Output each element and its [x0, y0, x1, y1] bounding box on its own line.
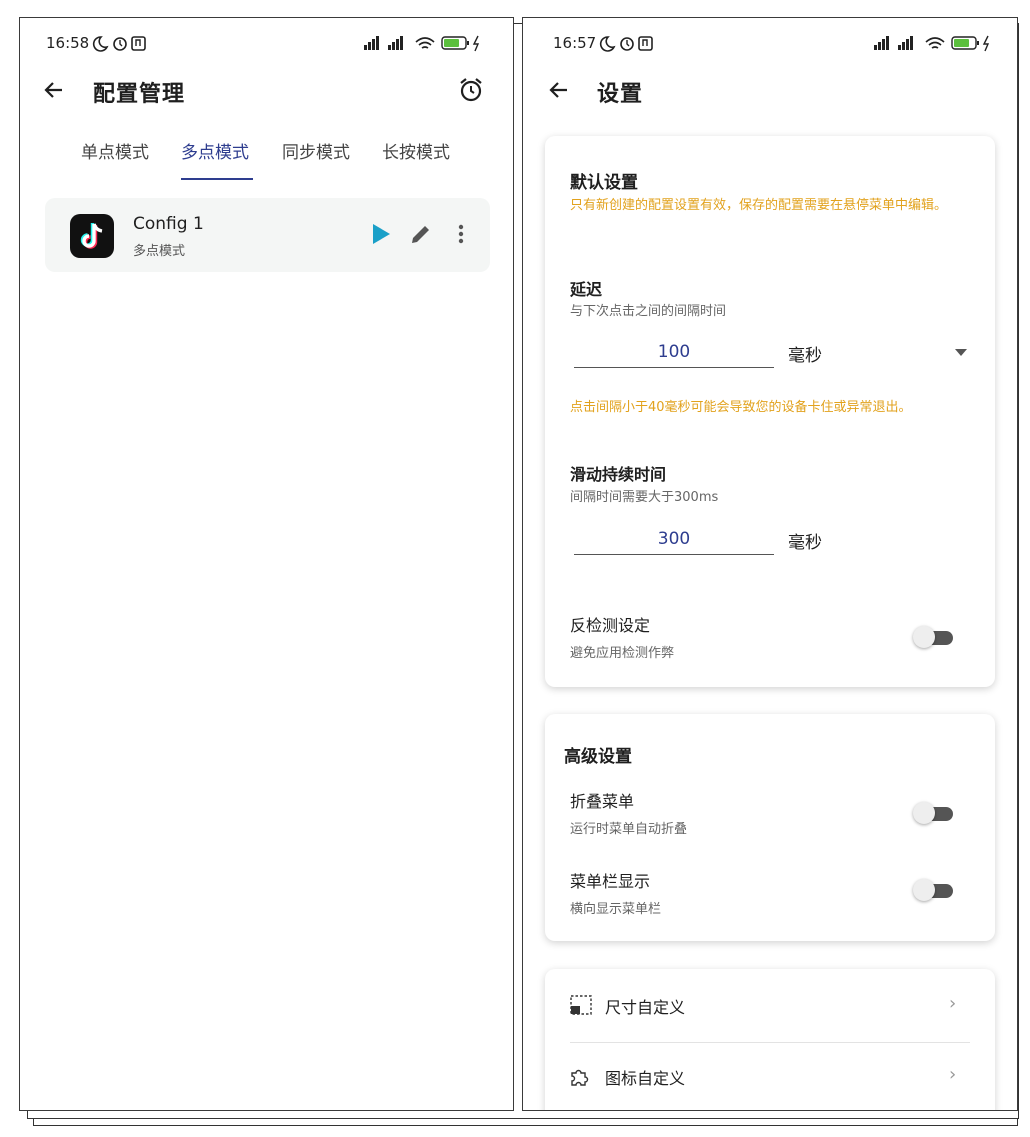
status-left-icons	[599, 34, 659, 55]
status-time: 16:57	[553, 34, 597, 52]
app-bar: 设置	[523, 74, 1017, 118]
icon-custom-row[interactable]: 图标自定义 ›	[545, 1043, 995, 1110]
tab-multi-point[interactable]: 多点模式	[181, 138, 249, 163]
icon-custom-label: 图标自定义	[605, 1069, 686, 1088]
status-right-icons	[362, 34, 492, 55]
status-bar: 16:57 66	[523, 34, 1017, 56]
default-settings-note: 只有新创建的配置设置有效，保存的配置需要在悬停菜单中编辑。	[570, 198, 948, 213]
size-custom-row[interactable]: 尺寸自定义 ›	[545, 969, 995, 1041]
swipe-duration-desc: 间隔时间需要大于300ms	[570, 490, 719, 505]
anti-detect-toggle[interactable]	[913, 626, 955, 648]
alarm-clock-icon[interactable]	[457, 76, 485, 104]
menubar-display-desc: 横向显示菜单栏	[570, 902, 662, 917]
menubar-display-toggle[interactable]	[913, 879, 955, 901]
status-time: 16:58	[46, 34, 90, 52]
chevron-right-icon: ›	[949, 993, 957, 1014]
config-mode: 多点模式	[133, 244, 186, 259]
dropdown-arrow-icon[interactable]	[955, 349, 967, 357]
status-bar: 16:58 67	[20, 34, 513, 56]
section-title-advanced: 高级设置	[564, 747, 632, 767]
tab-single-point[interactable]: 单点模式	[81, 138, 149, 163]
collapse-menu-desc: 运行时菜单自动折叠	[570, 822, 688, 837]
config-name: Config 1	[133, 214, 204, 234]
delay-warning: 点击间隔小于40毫秒可能会导致您的设备卡住或异常退出。	[570, 400, 912, 415]
swipe-duration-input[interactable]: 300	[574, 525, 774, 555]
active-tab-indicator	[181, 178, 253, 180]
delay-desc: 与下次点击之间的间隔时间	[570, 304, 727, 319]
collapse-menu-title: 折叠菜单	[570, 792, 635, 811]
status-left-icons	[92, 34, 152, 55]
page-title: 设置	[597, 82, 644, 107]
app-bar: 配置管理	[20, 74, 513, 118]
section-title-default: 默认设置	[570, 173, 638, 193]
edit-pencil-icon[interactable]	[409, 222, 433, 246]
delay-title: 延迟	[570, 280, 603, 299]
anti-detect-title: 反检测设定	[570, 616, 651, 635]
moon-alarm-nfc-icon	[599, 36, 653, 52]
size-custom-label: 尺寸自定义	[605, 998, 686, 1017]
tiktok-app-icon	[70, 214, 114, 258]
signal-wifi-battery-icon	[874, 35, 990, 52]
delay-input[interactable]: 100	[574, 338, 774, 368]
tab-long-press[interactable]: 长按模式	[382, 138, 450, 163]
puzzle-icon	[571, 1069, 589, 1086]
advanced-settings-card: 高级设置 折叠菜单 运行时菜单自动折叠 菜单栏显示 横向显示菜单栏	[545, 714, 995, 941]
anti-detect-desc: 避免应用检测作弊	[570, 646, 675, 661]
back-arrow-icon[interactable]	[547, 78, 571, 102]
more-vert-icon[interactable]	[455, 222, 467, 246]
default-settings-card: 默认设置 只有新创建的配置设置有效，保存的配置需要在悬停菜单中编辑。 延迟 与下…	[545, 136, 995, 687]
delay-unit-select[interactable]: 毫秒	[788, 341, 822, 366]
signal-wifi-battery-icon	[364, 35, 480, 52]
mode-tabs: 单点模式 多点模式 同步模式 长按模式	[20, 138, 513, 182]
customization-card: 尺寸自定义 › 图标自定义 ›	[545, 969, 995, 1110]
play-icon[interactable]	[370, 222, 392, 246]
page-title: 配置管理	[93, 82, 186, 107]
menubar-display-title: 菜单栏显示	[570, 872, 651, 891]
status-right-icons	[872, 34, 1002, 55]
back-arrow-icon[interactable]	[42, 78, 66, 102]
chevron-right-icon: ›	[949, 1064, 957, 1085]
collapse-menu-toggle[interactable]	[913, 802, 955, 824]
config-list-item[interactable]: Config 1 多点模式	[45, 198, 490, 272]
swipe-duration-unit: 毫秒	[788, 533, 822, 553]
config-manager-screen: 16:58 67 配置管	[19, 17, 514, 1111]
swipe-duration-title: 滑动持续时间	[570, 465, 667, 484]
tab-sync[interactable]: 同步模式	[282, 138, 350, 163]
settings-screen: 16:57 66 设置	[522, 17, 1018, 1111]
moon-alarm-nfc-icon	[92, 36, 146, 52]
resize-icon	[570, 995, 592, 1015]
